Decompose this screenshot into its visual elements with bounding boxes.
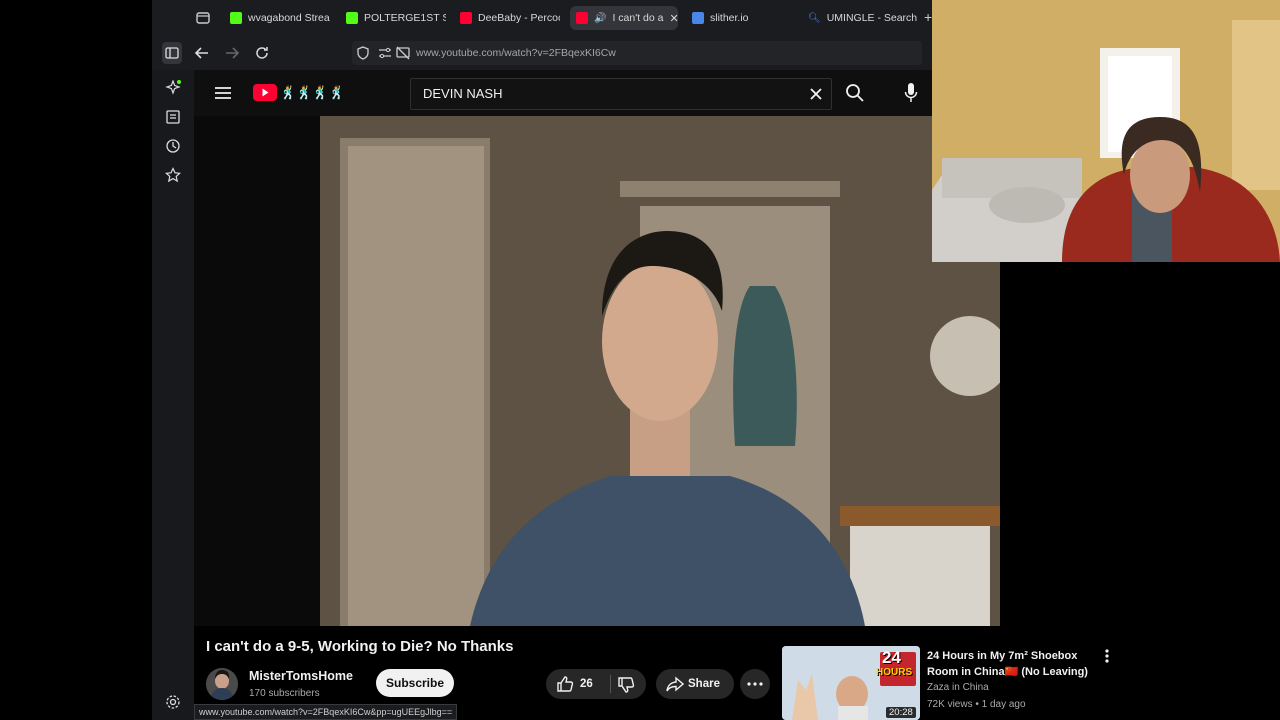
share-label: Share [688,678,720,690]
tab-overview-icon[interactable] [196,11,210,25]
more-actions-button[interactable] [740,669,770,699]
tab-3-active[interactable]: 🔊 I can't do a ✕ [570,6,678,30]
more-horizontal-icon [747,682,763,686]
share-button[interactable]: Share [656,669,734,699]
browser-side-panel [152,70,194,720]
search-icon: 🔍︎ [808,12,821,24]
logo-doodle: 🕺🕺🕺🕺 [280,84,345,100]
recommended-meta: 72K views • 1 day ago [927,699,1026,710]
tab-label: POLTERGE1ST Stre [364,12,446,24]
youtube-play-icon [253,84,277,101]
subscribe-button[interactable]: Subscribe [376,669,454,697]
sidebar-icon [165,47,179,59]
settings-gear-icon[interactable] [165,694,181,710]
hamburger-menu-icon[interactable] [214,86,232,100]
recommended-video-title[interactable]: 24 Hours in My 7m² Shoebox Room in China… [927,648,1097,680]
webcam-overlay [932,0,1280,262]
search-box[interactable]: DEVIN NASH [410,78,832,110]
tab-5[interactable]: 🔍︎ UMINGLE - Search [808,6,918,30]
thumbs-down-icon[interactable] [617,676,635,694]
subscriber-count: 170 subscribers [249,688,320,699]
sidebar-toggle-button[interactable] [162,42,182,64]
tab-1[interactable]: POLTERGE1ST Stre [346,6,446,30]
channel-name[interactable]: MisterTomsHome [249,669,353,683]
browser-tab-bar: wvagabond Strean POLTERGE1ST Stre DeeBab… [152,0,932,36]
close-tab-icon[interactable]: ✕ [670,12,679,25]
tab-label: wvagabond Strean [248,12,330,24]
search-input[interactable]: DEVIN NASH [423,86,502,101]
back-icon[interactable] [194,46,210,60]
slither-icon [692,12,704,24]
forward-icon[interactable] [224,46,240,60]
ai-sparkle-icon[interactable] [165,80,181,96]
search-icon[interactable] [845,83,865,103]
new-tab-icon[interactable]: + [924,9,932,25]
tab-label: DeeBaby - Percoc [478,12,560,24]
youtube-icon [460,12,472,24]
avatar-image [206,668,238,700]
video-title: I can't do a 9-5, Working to Die? No Tha… [206,638,514,655]
url-text: www.youtube.com/watch?v=2FBqexKI6Cw [416,47,616,59]
history-icon[interactable] [165,138,181,154]
webcam-scene-illustration [932,0,1280,262]
like-divider [610,675,611,693]
site-settings-icon[interactable] [378,46,392,60]
tab-4[interactable]: slither.io [692,6,792,30]
clear-search-icon[interactable] [809,87,823,101]
reload-icon[interactable] [254,45,270,61]
youtube-icon [576,12,588,24]
bookmark-star-icon[interactable] [165,167,181,183]
more-vertical-icon[interactable] [1100,648,1114,664]
share-arrow-icon [666,676,684,692]
kick-icon [346,12,358,24]
like-count[interactable]: 26 [580,678,593,690]
tab-label: slither.io [710,12,749,24]
kick-icon [230,12,242,24]
reading-list-icon[interactable] [165,109,181,125]
recommended-channel[interactable]: Zaza in China [927,682,989,693]
address-bar[interactable]: www.youtube.com/watch?v=2FBqexKI6Cw [352,41,922,65]
thumbnail-badge-text: HOURS [876,667,913,678]
speaker-icon[interactable]: 🔊 [594,13,606,24]
microphone-icon[interactable] [904,82,918,104]
duration-badge: 20:28 [886,707,916,718]
tab-label: I can't do a [612,12,664,24]
link-hover-status: www.youtube.com/watch?v=2FBqexKI6Cw&pp=u… [194,704,458,720]
shield-icon[interactable] [356,46,370,60]
tracker-block-icon[interactable] [396,46,410,60]
video-frame[interactable] [320,116,1000,626]
tab-label: UMINGLE - Search [826,12,918,24]
thumbs-up-icon[interactable] [556,675,574,693]
recommended-video-thumbnail[interactable]: 24 HOURS 20:28 [782,646,920,720]
video-scene-illustration [320,116,1000,626]
thumbnail-badge-number: 24 [882,648,901,667]
like-dislike-group: 26 [546,669,646,699]
tab-2[interactable]: DeeBaby - Percoc [460,6,560,30]
channel-avatar[interactable] [206,668,238,700]
youtube-logo[interactable]: 🕺🕺🕺🕺 [253,84,345,101]
tab-0[interactable]: wvagabond Strean [230,6,330,30]
